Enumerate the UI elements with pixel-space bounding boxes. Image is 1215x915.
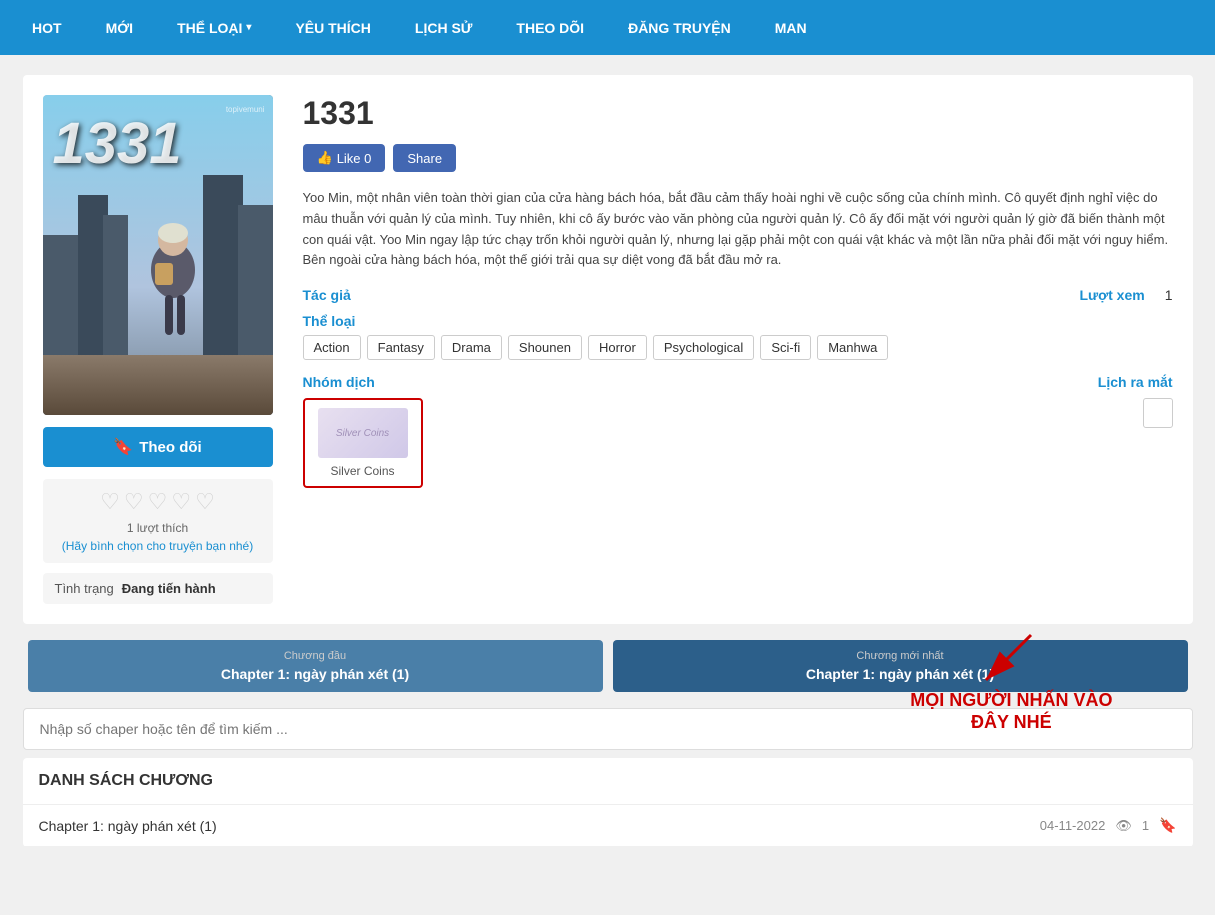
status-label: Tình trạng <box>55 581 114 596</box>
heart-1[interactable]: ♡ <box>100 489 120 515</box>
chapter-item[interactable]: Chapter 1: ngày phán xét (1) 04-11-2022 … <box>23 805 1193 847</box>
chapter-date: 04-11-2022 <box>1040 818 1106 833</box>
nav-the-loai[interactable]: THỂ LOẠI ▾ <box>155 0 273 55</box>
cover-watermark: topivemuni <box>226 105 265 114</box>
nav-yeu-thich[interactable]: YÊU THÍCH <box>273 0 392 55</box>
red-arrow-svg <box>971 630 1051 690</box>
rating-count: 1 lượt thích <box>53 521 263 535</box>
genre-label: Thể loại <box>303 313 356 329</box>
fb-like-button[interactable]: 👍 Like 0 <box>303 144 386 172</box>
fb-share-button[interactable]: Share <box>393 144 456 172</box>
genre-horror[interactable]: Horror <box>588 335 647 360</box>
chapter-item-title: Chapter 1: ngày phán xét (1) <box>39 818 217 834</box>
first-chapter-button[interactable]: Chương đầu Chapter 1: ngày phán xét (1) <box>28 640 603 692</box>
genre-manhwa[interactable]: Manhwa <box>817 335 888 360</box>
heart-4[interactable]: ♡ <box>171 489 191 515</box>
nav-moi[interactable]: MỚI <box>84 0 156 55</box>
heart-5[interactable]: ♡ <box>195 489 215 515</box>
genre-fantasy[interactable]: Fantasy <box>367 335 435 360</box>
thumbs-up-icon: 👍 <box>317 150 333 166</box>
nhom-dich-label: Nhóm dịch <box>303 374 728 390</box>
bookmark-icon: 🔖 <box>113 437 133 457</box>
nav-lich-su[interactable]: LỊCH SỬ <box>393 0 495 55</box>
nav-man[interactable]: MAN <box>753 0 829 55</box>
chapter-bookmark-icon[interactable]: 🔖 <box>1159 817 1176 834</box>
manga-cover-image: 1331 <box>43 95 273 415</box>
heart-3[interactable]: ♡ <box>148 489 168 515</box>
silver-coins-logo: Silver Coins <box>318 408 408 458</box>
eye-icon: 👁 <box>1115 818 1132 834</box>
manga-title: 1331 <box>303 95 1173 132</box>
red-annotation: MỌI NGƯỜI NHẤN VÀOĐÂY NHÉ <box>910 630 1112 733</box>
genre-action[interactable]: Action <box>303 335 361 360</box>
silver-coins-box[interactable]: Silver Coins Silver Coins <box>303 398 423 488</box>
red-annotation-text: MỌI NGƯỜI NHẤN VÀOĐÂY NHÉ <box>910 690 1112 733</box>
author-label: Tác giả <box>303 287 351 303</box>
manga-right-panel: 1331 👍 Like 0 Share Yoo Min, một nhân vi… <box>303 95 1173 604</box>
fb-buttons: 👍 Like 0 Share <box>303 144 1173 172</box>
nhom-dich-section: Nhóm dịch Silver Coins Silver Coins <box>303 374 728 488</box>
nav-dang-truyen[interactable]: ĐĂNG TRUYỆN <box>606 0 753 55</box>
chapter-list-section: DANH SÁCH CHƯƠNG Chapter 1: ngày phán xé… <box>23 758 1193 847</box>
manga-detail-card: 1331 <box>23 75 1193 624</box>
lich-ra-mat-label: Lịch ra mắt <box>748 374 1173 390</box>
chapter-list-header: DANH SÁCH CHƯƠNG <box>23 758 1193 805</box>
nav-hot[interactable]: HOT <box>10 0 84 55</box>
genre-tags: Action Fantasy Drama Shounen Horror Psyc… <box>303 335 1173 360</box>
chevron-down-icon: ▾ <box>246 22 251 33</box>
main-container: 1331 <box>13 55 1203 867</box>
rating-section: ♡ ♡ ♡ ♡ ♡ 1 lượt thích (Hãy bình chọn ch… <box>43 479 273 563</box>
status-value: Đang tiến hành <box>122 581 216 596</box>
manga-description: Yoo Min, một nhân viên toàn thời gian củ… <box>303 188 1173 271</box>
genre-shounen[interactable]: Shounen <box>508 335 582 360</box>
silver-coins-name: Silver Coins <box>313 464 413 478</box>
status-row: Tình trạng Đang tiến hành <box>43 573 273 604</box>
nhom-lich-row: Nhóm dịch Silver Coins Silver Coins Lịch… <box>303 374 1173 488</box>
rating-prompt[interactable]: (Hãy bình chọn cho truyện bạn nhé) <box>53 539 263 553</box>
cover-title-overlay: 1331 <box>53 110 182 177</box>
hearts-display[interactable]: ♡ ♡ ♡ ♡ ♡ <box>53 489 263 515</box>
navigation: HOT MỚI THỂ LOẠI ▾ YÊU THÍCH LỊCH SỬ THE… <box>0 0 1215 55</box>
chapter-item-right: 04-11-2022 👁 1 🔖 <box>1040 817 1177 834</box>
chapter-view-count: 1 <box>1142 818 1149 833</box>
nav-theo-doi[interactable]: THEO DÕI <box>494 0 606 55</box>
lich-ra-mat-section: Lịch ra mắt <box>748 374 1173 428</box>
genre-drama[interactable]: Drama <box>441 335 502 360</box>
genre-scifi[interactable]: Sci-fi <box>760 335 811 360</box>
manga-left-panel: 1331 <box>43 95 273 604</box>
views-label: Lượt xem <box>1079 287 1144 303</box>
lich-ra-mat-box <box>1143 398 1173 428</box>
genre-psychological[interactable]: Psychological <box>653 335 755 360</box>
chapter-area: Chương đầu Chapter 1: ngày phán xét (1) … <box>23 640 1193 692</box>
views-count: 1 <box>1165 287 1173 303</box>
genre-row-label: Thể loại <box>303 313 1173 329</box>
heart-2[interactable]: ♡ <box>124 489 144 515</box>
author-row: Tác giả Lượt xem 1 <box>303 287 1173 303</box>
follow-button[interactable]: 🔖 Theo dõi <box>43 427 273 467</box>
